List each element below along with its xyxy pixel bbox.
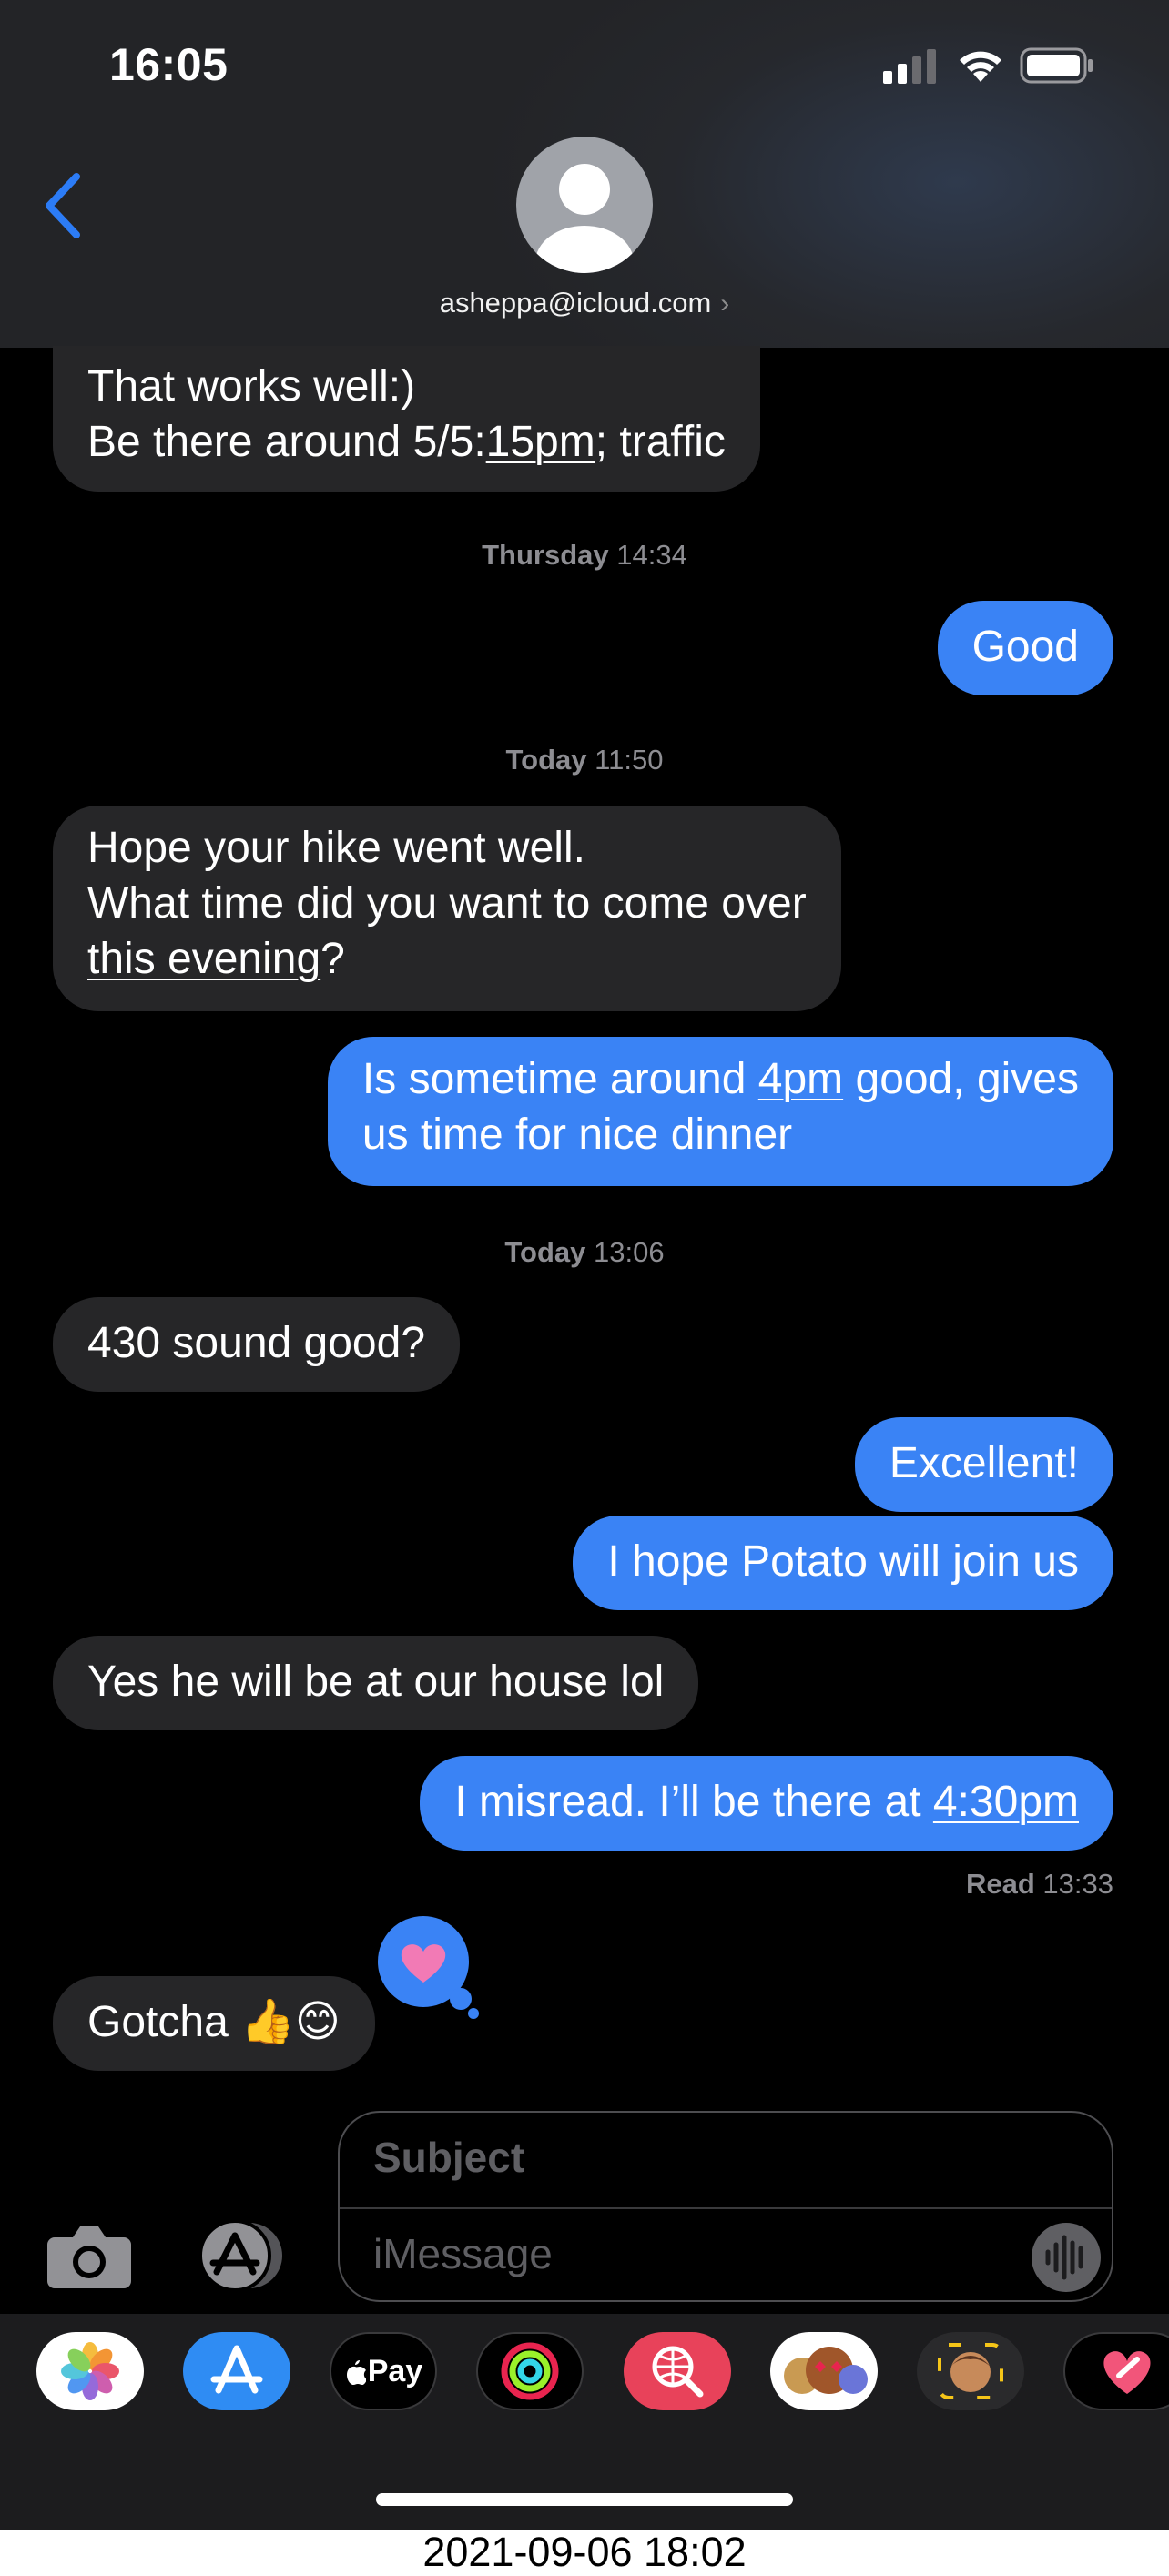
home-indicator[interactable]: [376, 2493, 793, 2506]
heart-tapback-icon[interactable]: [373, 1912, 492, 2025]
apple-pay-icon[interactable]: Pay: [330, 2332, 437, 2410]
message-outgoing[interactable]: Is sometime around 4pm good, gives us ti…: [327, 1037, 1113, 1186]
images-search-icon[interactable]: [624, 2332, 731, 2410]
status-time: 16:05: [109, 39, 229, 90]
message-compose-field[interactable]: Subject iMessage: [338, 2111, 1113, 2302]
battery-icon: [1020, 47, 1093, 84]
timestamp: Today 13:06: [504, 1236, 665, 1268]
photos-app-icon[interactable]: [36, 2332, 144, 2410]
message-text: Yes he will be at our house lol: [87, 1658, 665, 1706]
message-outgoing[interactable]: I hope Potato will join us: [573, 1516, 1113, 1610]
message-text: Excellent!: [889, 1439, 1079, 1487]
screenshot-timestamp: 2021-09-06 18:02: [422, 2529, 747, 2575]
animoji-icon[interactable]: [917, 2332, 1024, 2410]
message-text: Hope your hike went well.: [87, 824, 585, 872]
subject-input[interactable]: Subject: [373, 2133, 524, 2182]
message-incoming[interactable]: Yes he will be at our house lol: [53, 1636, 699, 1730]
message-text: us time for nice dinner: [361, 1111, 793, 1159]
activity-icon[interactable]: [476, 2332, 584, 2410]
date-link[interactable]: 15pm: [486, 418, 595, 466]
message-text: this evening?: [87, 935, 345, 983]
read-receipt: Read 13:33: [965, 1868, 1113, 1900]
memoji-face-icon: [938, 2343, 1003, 2399]
contact-name[interactable]: asheppa@icloud.com ›: [0, 287, 1169, 319]
time-link[interactable]: 4:30pm: [933, 1778, 1079, 1826]
back-chevron-icon[interactable]: [40, 171, 87, 240]
app-store-icon[interactable]: [183, 2332, 290, 2410]
message-text: Be there around 5/5:15pm; traffic: [87, 418, 726, 466]
camera-icon[interactable]: [46, 2221, 133, 2290]
memoji-stickers-icon[interactable]: [770, 2332, 878, 2410]
app-store-button-icon[interactable]: [189, 2219, 291, 2292]
message-incoming[interactable]: Gotcha 👍😊: [53, 1976, 375, 2071]
timestamp: Thursday 14:34: [482, 539, 687, 571]
message-text: What time did you want to come over: [87, 879, 807, 928]
globe-search-icon: [652, 2346, 704, 2398]
apple-pay-label: Pay: [367, 2353, 423, 2388]
digital-touch-icon[interactable]: [1063, 2332, 1169, 2410]
message-incoming[interactable]: Hope your hike went well. What time did …: [53, 806, 841, 1011]
cellular-signal-icon: [883, 49, 936, 84]
time-link[interactable]: this evening: [87, 935, 320, 983]
conversation-header: 16:05 asheppa@icloud.com ›: [0, 0, 1169, 348]
divider: [340, 2207, 1112, 2209]
message-text: Is sometime around 4pm good, gives: [361, 1055, 1079, 1103]
message-incoming[interactable]: 430 sound good?: [53, 1297, 461, 1392]
imessage-input[interactable]: iMessage: [373, 2229, 553, 2278]
audio-message-icon[interactable]: [1030, 2221, 1103, 2294]
message-text: That works well:): [87, 362, 416, 411]
message-text: Good: [971, 623, 1079, 671]
contact-avatar[interactable]: [516, 137, 653, 273]
wifi-icon: [960, 51, 1001, 82]
message-text: I misread. I’ll be there at 4:30pm: [454, 1778, 1079, 1826]
activity-rings-icon: [501, 2342, 559, 2400]
memoji-faces-icon: [784, 2347, 868, 2394]
photos-flower-icon: [61, 2342, 119, 2400]
app-store-a-icon: [210, 2345, 263, 2394]
message-text: 430 sound good?: [87, 1319, 426, 1367]
chevron-right-icon: ›: [720, 289, 730, 319]
message-incoming[interactable]: That works well:) Be there around 5/5:15…: [53, 346, 760, 492]
heart-touch-icon: [1103, 2351, 1151, 2394]
message-outgoing[interactable]: Excellent!: [854, 1417, 1113, 1512]
message-text: I hope Potato will join us: [607, 1537, 1079, 1586]
message-outgoing[interactable]: Good: [937, 601, 1113, 695]
message-outgoing[interactable]: I misread. I’ll be there at 4:30pm: [420, 1756, 1113, 1851]
message-text: Gotcha 👍😊: [87, 1998, 341, 2046]
timestamp: Today 11:50: [505, 744, 664, 776]
time-link[interactable]: 4pm: [758, 1055, 843, 1103]
apple-logo-icon: [346, 2360, 366, 2385]
contact-email[interactable]: asheppa@icloud.com: [440, 287, 712, 319]
